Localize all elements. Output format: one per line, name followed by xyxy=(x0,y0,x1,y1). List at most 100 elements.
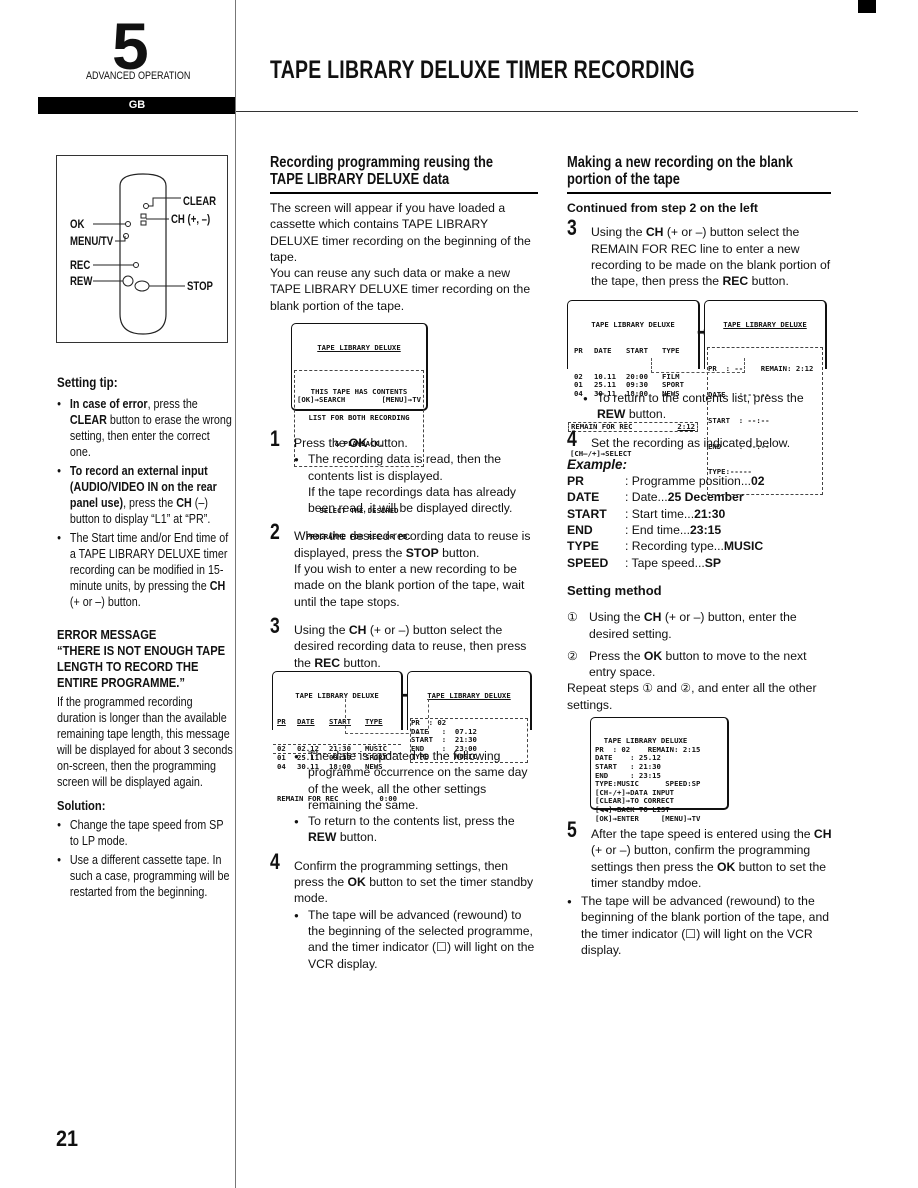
section-rule xyxy=(567,192,831,194)
solution-heading: Solution: xyxy=(57,798,106,813)
step-extra: If you wish to enter a new recording to … xyxy=(294,562,525,609)
step-bullet: The date is updated to the following pro… xyxy=(294,748,535,813)
osd-edit-lines: TAPE LIBRARY DELUXE PR : 02 REMAIN: 2:15 D… xyxy=(591,735,727,825)
example-value: 02 xyxy=(751,474,765,489)
error-body: If the programmed recording duration is … xyxy=(57,695,233,789)
remote-diagram: CLEAR CH (+, –) OK MENU/TV REC REW STOP xyxy=(56,155,228,343)
error-heading: ERROR MESSAGE xyxy=(57,627,157,642)
right-step5: 5 After the tape speed is entered using … xyxy=(567,817,832,958)
example-value: 25 December xyxy=(667,490,744,505)
osd-line: LIST FOR BOTH RECORDING xyxy=(308,412,410,422)
dotted-connector xyxy=(651,358,745,373)
right-column: Making a new recording on the blank port… xyxy=(567,154,832,289)
page-title: TAPE LIBRARY DELUXE TIMER RECORDING xyxy=(270,56,695,84)
osd-title: TAPE LIBRARY DELUXE xyxy=(317,343,401,353)
example-key: TYPE xyxy=(567,539,599,554)
setting-tip: Setting tip: In case of error, press the… xyxy=(57,375,233,610)
intro-paragraph: You can reuse any such data or make a ne… xyxy=(270,266,531,313)
example-value: MUSIC xyxy=(723,539,764,554)
setting-substep-2: ② Press the OK button to move to the nex… xyxy=(567,648,807,680)
solution-item: Use a different cassette tape. In such a… xyxy=(57,852,233,900)
label-ok: OK xyxy=(70,217,85,231)
step-number: 3 xyxy=(270,612,280,638)
step-number: 5 xyxy=(567,817,577,842)
tip-item: To record an external input (AUDIO/VIDEO… xyxy=(57,463,233,527)
example-desc: : End time... xyxy=(625,523,691,538)
language-tab: GB xyxy=(38,97,236,114)
setting-method-heading: Setting method xyxy=(567,582,662,598)
step-3: 3 Using the CH (+ or –) button select th… xyxy=(567,215,831,289)
chapter-label: ADVANCED OPERATION xyxy=(86,70,191,82)
step-4: 4 Set the recording as indicated below. xyxy=(567,425,791,451)
step-1: 1 Press the OK button. The recording dat… xyxy=(270,427,535,516)
osd-edit-screen: TAPE LIBRARY DELUXE PR : 02 REMAIN: 2:15 D… xyxy=(590,717,729,822)
osd-footer-left: [OK]→SEARCH xyxy=(297,395,346,405)
example-table: PR : Programme position... 02 DATE: Date..… xyxy=(567,473,832,571)
intro-paragraph: The screen will appear if you have loade… xyxy=(270,201,531,264)
step-number: 2 xyxy=(270,519,280,545)
label-rec: REC xyxy=(70,258,91,272)
example-value: 23:15 xyxy=(690,523,722,538)
osd-intro-screen: TAPE LIBRARY DELUXE THIS TAPE HAS CONTEN… xyxy=(291,323,428,540)
tip-item: In case of error, press the CLEAR button… xyxy=(57,396,233,460)
example-desc: : Start time... xyxy=(625,506,695,521)
tip-item: The Start time and/or End time of a TAPE… xyxy=(57,530,233,610)
step-bullet: To return to the contents list, press th… xyxy=(294,813,535,846)
example-row: PR : Programme position... 02 xyxy=(567,473,832,489)
example-value: SP xyxy=(704,555,721,570)
step-2: 2 When the desired recording data to reu… xyxy=(270,521,535,609)
section-title: Recording programming reusing the xyxy=(270,154,494,171)
example-desc: : Tape speed... xyxy=(625,555,705,570)
right-steps: To return to the contents list, press th… xyxy=(567,390,832,713)
label-ch: CH (+, –) xyxy=(171,212,211,226)
error-message-section: ERROR MESSAGE “THERE IS NOT ENOUGH TAPE … xyxy=(57,627,233,900)
column-divider xyxy=(235,0,236,1188)
remote-control-icon xyxy=(93,173,185,335)
example-key: END xyxy=(567,523,593,538)
step-number: 4 xyxy=(567,425,577,451)
repeat-note: Repeat steps ① and ②, and enter all the … xyxy=(567,681,817,712)
section-title: Making a new recording on the blank xyxy=(567,154,793,171)
osd-list-header: PR DATE START TYPE xyxy=(574,345,680,355)
section-title-line2: portion of the tape xyxy=(567,171,680,188)
setting-tip-heading: Setting tip: xyxy=(57,375,118,390)
example-row: SPEED : Tape speed... SP xyxy=(567,555,832,571)
section-title-line2: TAPE LIBRARY DELUXE data xyxy=(270,171,450,188)
label-stop: STOP xyxy=(187,279,213,293)
corner-mark xyxy=(858,0,876,13)
step-bullet: To return to the contents list, press th… xyxy=(583,390,832,423)
example-key: PR xyxy=(567,474,584,489)
step-3: 3 Using the CH (+ or –) button select th… xyxy=(270,612,527,670)
osd-title: TAPE LIBRARY DELUXE xyxy=(591,320,675,330)
left-steps: 1 Press the OK button. The recording dat… xyxy=(270,427,535,671)
example-row: START: Start time... 21:30 xyxy=(567,506,832,522)
example-row: DATE: Date... 25 December xyxy=(567,489,832,505)
section-rule xyxy=(270,192,538,194)
error-quote: “THERE IS NOT ENOUGH TAPE LENGTH TO RECO… xyxy=(57,643,226,690)
osd-footer-right: [MENU]→TV xyxy=(381,395,421,405)
example-row: TYPE: Recording type... MUSIC xyxy=(567,538,832,554)
step-5: 5 After the tape speed is entered using … xyxy=(567,817,832,890)
step-number: 3 xyxy=(567,215,577,241)
osd-line: [OK]→ENTER [MENU]→TV xyxy=(595,813,701,823)
step-bullet: The tape will be advanced (rewound) to t… xyxy=(294,907,535,972)
title-rule xyxy=(236,111,858,112)
example-heading: Example: xyxy=(567,456,628,472)
step-bullet: The tape will be advanced (rewound) to t… xyxy=(567,893,832,958)
step-4: 4 Confirm the programming settings, then… xyxy=(270,850,535,972)
step-number: 1 xyxy=(270,426,280,451)
example-desc: : Date... xyxy=(625,490,668,505)
left-step3-notes: The date is updated to the following pro… xyxy=(270,748,535,972)
example-value: 21:30 xyxy=(694,506,726,521)
example-desc: : Programme position... xyxy=(625,474,751,489)
continued-note: Continued from step 2 on the left xyxy=(567,201,758,215)
example-key: SPEED xyxy=(567,555,609,570)
label-menu-tv: MENU/TV xyxy=(70,234,114,248)
setting-substep-1: ① Using the CH (+ or –) button, enter th… xyxy=(567,610,797,641)
example-row: END : End time... 23:15 xyxy=(567,522,832,538)
solution-item: Change the tape speed from SP to LP mode… xyxy=(57,817,233,849)
page-number: 21 xyxy=(56,1126,79,1151)
step-number: 4 xyxy=(270,848,280,874)
label-rew: REW xyxy=(70,274,93,288)
label-clear: CLEAR xyxy=(183,194,217,208)
